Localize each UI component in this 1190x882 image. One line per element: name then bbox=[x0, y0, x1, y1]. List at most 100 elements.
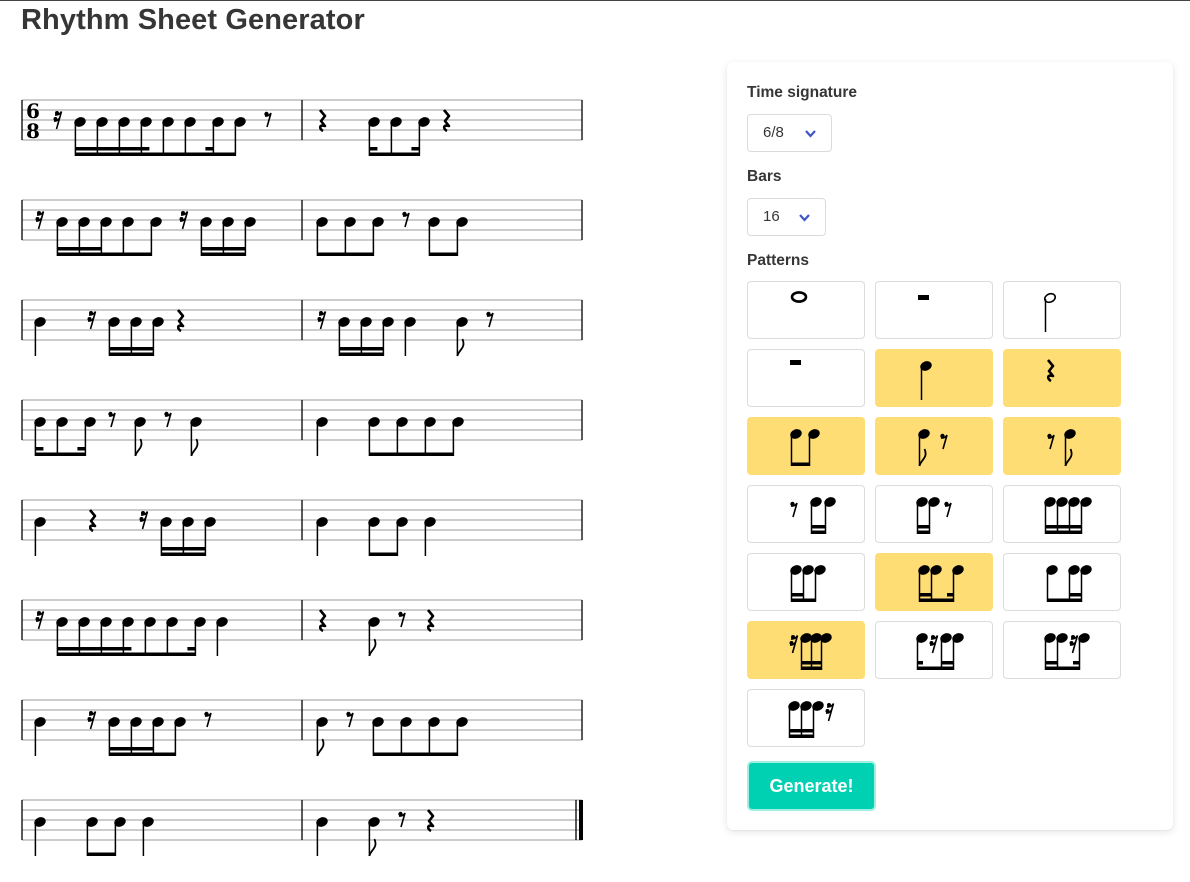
quarter-note bbox=[142, 817, 154, 856]
three-sixteenths-sixteenth-rest-pattern-icon bbox=[788, 701, 835, 738]
time-signature-select[interactable]: 6/8 bbox=[747, 114, 832, 152]
patterns-label: Patterns bbox=[747, 252, 810, 269]
quarter-note bbox=[34, 517, 46, 556]
eighth-note bbox=[396, 517, 408, 556]
pattern-button-two-sixteenths-rest-sixteenth[interactable] bbox=[1003, 621, 1121, 679]
eighth-note bbox=[368, 517, 380, 556]
eighth-rest bbox=[264, 111, 272, 128]
sixteenth-note bbox=[100, 217, 112, 256]
bars-label: Bars bbox=[747, 168, 782, 185]
eighth-note bbox=[56, 417, 68, 456]
eighth-note bbox=[368, 617, 380, 657]
pattern-button-eighth-eighth-rest[interactable] bbox=[875, 417, 993, 475]
eighth-note bbox=[424, 417, 436, 456]
pattern-button-dotted-eighth-sixteenth[interactable] bbox=[875, 553, 993, 611]
eighth-note bbox=[344, 217, 356, 256]
bars-value: 16 bbox=[763, 208, 780, 225]
bars-select[interactable]: 16 bbox=[747, 198, 826, 236]
dotted-eighth-sixteenth-pattern-icon bbox=[918, 565, 964, 602]
eighth-rest bbox=[402, 211, 410, 228]
sixteenth-sixteenth-rest-two-sixteenths-pattern-icon bbox=[916, 633, 964, 670]
sixteenth-note bbox=[84, 417, 96, 456]
half-rest-pattern-icon bbox=[790, 360, 801, 365]
quarter-note bbox=[34, 317, 46, 356]
eighth-note bbox=[134, 417, 146, 457]
eighth-rest bbox=[204, 711, 212, 728]
eighth-rest bbox=[398, 611, 406, 628]
quarter-note bbox=[34, 717, 46, 756]
pattern-button-two-eighths[interactable] bbox=[747, 417, 865, 475]
sixteenth-note bbox=[194, 617, 206, 656]
sixteenth-rest-three-sixteenths-pattern-icon bbox=[789, 633, 832, 670]
eighth-rest bbox=[164, 411, 172, 428]
eighth-note bbox=[372, 217, 384, 256]
sixteenth-note bbox=[244, 217, 256, 256]
pattern-button-sixteenth-rest-three-sixteenths[interactable] bbox=[747, 621, 865, 679]
pattern-button-quarter-rest[interactable] bbox=[1003, 349, 1121, 407]
four-sixteenths-pattern-icon bbox=[1044, 497, 1092, 534]
eighth-note bbox=[174, 717, 186, 756]
staff-system bbox=[21, 699, 583, 757]
sixteenth-note bbox=[382, 317, 394, 356]
eighth-note bbox=[428, 717, 440, 756]
eighth-note bbox=[396, 417, 408, 456]
page-title: Rhythm Sheet Generator bbox=[21, 4, 365, 36]
pattern-button-sixteenth-sixteenth-rest-two-sixteenths[interactable] bbox=[875, 621, 993, 679]
sixteenth-note bbox=[204, 517, 216, 556]
pattern-button-eighth-rest-eighth[interactable] bbox=[1003, 417, 1121, 475]
sixteenth-note bbox=[418, 117, 430, 156]
pattern-button-two-sixteenths-eighth-rest[interactable] bbox=[875, 485, 993, 543]
eighth-note bbox=[166, 617, 178, 656]
eighth-note bbox=[372, 717, 384, 756]
whole-pattern-icon bbox=[790, 291, 808, 303]
quarter-pattern-icon bbox=[920, 361, 932, 400]
pattern-button-four-sixteenths[interactable] bbox=[1003, 485, 1121, 543]
eighth-note bbox=[456, 217, 468, 256]
pattern-button-quarter[interactable] bbox=[875, 349, 993, 407]
eighth-rest bbox=[486, 311, 494, 328]
sixteenth-note bbox=[212, 117, 224, 156]
quarter-note bbox=[424, 517, 436, 556]
eighth-note bbox=[150, 217, 162, 256]
pattern-button-half-rest[interactable] bbox=[747, 349, 865, 407]
pattern-button-three-sixteenths-sixteenth-rest[interactable] bbox=[747, 689, 865, 747]
eighth-note bbox=[190, 417, 202, 457]
eighth-rest bbox=[346, 711, 354, 728]
rhythm-sheet: 68 bbox=[21, 99, 583, 857]
top-divider bbox=[0, 0, 1190, 1]
two-sixteenths-rest-sixteenth-pattern-icon bbox=[1044, 633, 1090, 670]
eighth-eighth-rest-pattern-icon bbox=[918, 429, 948, 467]
sixteenth-note bbox=[162, 117, 174, 156]
two-eighths-pattern-icon bbox=[790, 429, 820, 466]
quarter-note bbox=[316, 517, 328, 556]
pattern-button-whole[interactable] bbox=[747, 281, 865, 339]
staff-system bbox=[21, 799, 583, 857]
settings-panel: Time signature 6/8 Bars 16 Patterns Gene… bbox=[727, 62, 1173, 830]
two-sixteenths-eighth-pattern-icon bbox=[790, 565, 826, 602]
quarter-note bbox=[404, 317, 416, 356]
pattern-grid bbox=[747, 281, 1127, 751]
pattern-button-eighth-rest-two-sixteenths[interactable] bbox=[747, 485, 865, 543]
sixteenth-note bbox=[144, 617, 156, 656]
quarter-note bbox=[316, 417, 328, 456]
two-sixteenths-eighth-rest-pattern-icon bbox=[916, 497, 952, 534]
eighth-note bbox=[184, 117, 196, 156]
eighth-note bbox=[368, 417, 380, 456]
pattern-button-half[interactable] bbox=[1003, 281, 1121, 339]
staff-system bbox=[21, 199, 583, 256]
pattern-button-two-sixteenths-eighth[interactable] bbox=[747, 553, 865, 611]
eighth-note bbox=[452, 417, 464, 456]
pattern-button-whole-rest[interactable] bbox=[875, 281, 993, 339]
sixteenth-note bbox=[152, 317, 164, 356]
staff-system bbox=[21, 399, 583, 457]
time-signature-bottom: 8 bbox=[26, 119, 40, 143]
eighth-note bbox=[114, 817, 126, 856]
quarter-rest-pattern-icon bbox=[1046, 359, 1055, 383]
chevron-down-icon bbox=[799, 214, 810, 222]
generate-button[interactable]: Generate! bbox=[747, 761, 876, 811]
half-pattern-icon bbox=[1043, 292, 1057, 332]
eighth-note bbox=[456, 317, 468, 357]
pattern-button-eighth-two-sixteenths[interactable] bbox=[1003, 553, 1121, 611]
eighth-rest bbox=[108, 411, 116, 428]
eighth-two-sixteenths-pattern-icon bbox=[1046, 565, 1092, 602]
